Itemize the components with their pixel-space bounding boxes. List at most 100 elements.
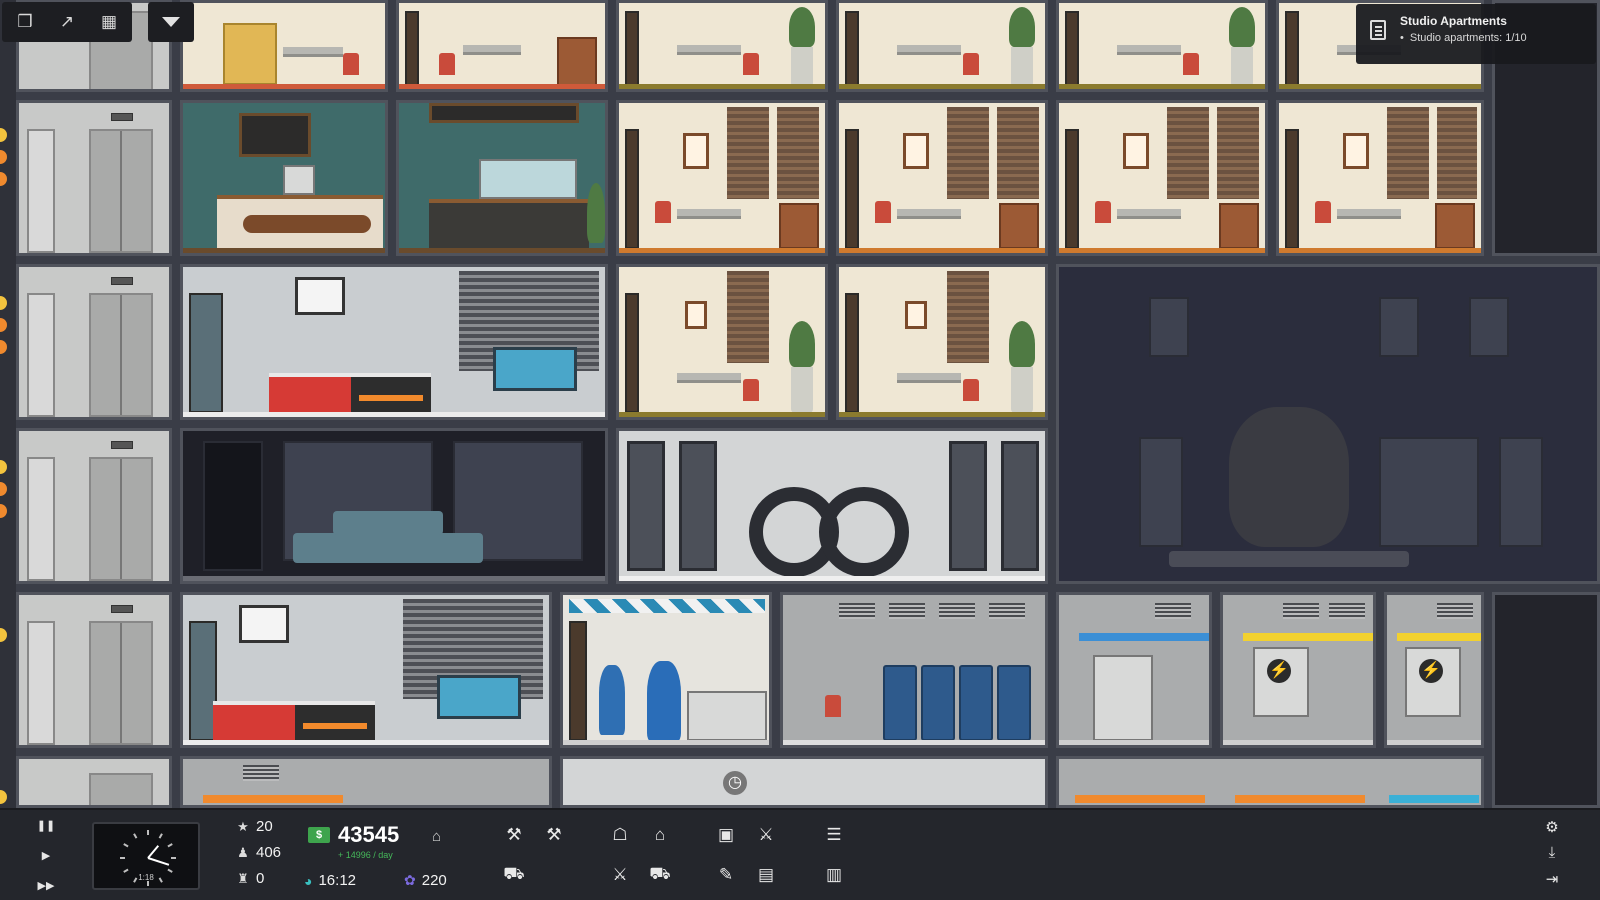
edge-marker [0, 504, 7, 518]
office-room[interactable] [616, 264, 828, 420]
office-room[interactable] [616, 100, 828, 256]
cabinet [557, 37, 597, 87]
view-dropdown-button[interactable] [148, 2, 194, 42]
elevator-room[interactable] [16, 428, 172, 584]
bakery[interactable] [396, 100, 608, 256]
karma-stat[interactable]: ✿ 220 [404, 872, 447, 889]
painting [685, 301, 707, 329]
plant [1009, 321, 1035, 367]
office-room[interactable] [836, 264, 1048, 420]
plant [789, 321, 815, 367]
electric-utility-room[interactable]: ⚡ [1220, 592, 1376, 748]
left-edge [0, 0, 16, 808]
download-icon[interactable]: ⤓ [1540, 844, 1564, 866]
office-room[interactable] [1276, 100, 1484, 256]
office-icon[interactable]: ☖ [606, 822, 634, 848]
bakery-sign [429, 103, 579, 123]
settings-icon[interactable]: ⚙ [1540, 818, 1564, 840]
desk [283, 47, 343, 57]
bank-icon[interactable]: ⌂ [432, 828, 441, 845]
plaza-window [1149, 297, 1189, 357]
water-pipe [1079, 633, 1209, 641]
bulldozer-icon[interactable]: ⛟ [500, 862, 528, 888]
money-display[interactable]: $ 43545 [308, 822, 399, 848]
elevator-room[interactable] [16, 756, 172, 808]
brush-icon[interactable]: ✎ [712, 862, 740, 888]
phone-shop[interactable] [180, 264, 608, 420]
home-icon[interactable]: ⌂ [646, 822, 674, 848]
shop-counter [213, 701, 295, 743]
game-clock: 1:18 [92, 822, 200, 890]
edge-marker [0, 628, 7, 642]
money-value: 43545 [338, 822, 400, 847]
handshake-icon[interactable]: ⚔ [752, 822, 780, 848]
utility-room[interactable] [1056, 756, 1484, 808]
plaza-window [1139, 437, 1183, 547]
coffee-shop[interactable] [180, 100, 388, 256]
water-pump [1093, 655, 1153, 741]
fast-forward-button[interactable]: ▶▶ [38, 874, 55, 898]
floor [1223, 740, 1373, 745]
pot [791, 47, 813, 87]
hammer-icon[interactable]: ⚒ [540, 822, 568, 848]
door [845, 129, 859, 249]
fountain-plaza[interactable] [180, 428, 608, 584]
electric-utility-room[interactable]: ⚡ [1384, 592, 1484, 748]
time-stat[interactable]: ◕ 16:12 [304, 872, 356, 889]
bolt-stripe [303, 723, 367, 729]
recycle-bin [883, 665, 917, 741]
box-icon[interactable]: ▣ [712, 822, 740, 848]
sculpture-plaza[interactable] [1056, 264, 1600, 584]
edge-marker [0, 340, 7, 354]
notification-line: Studio apartments: 1/10 [1400, 32, 1584, 44]
stars-stat[interactable]: ★ 20 [236, 818, 273, 835]
menu-board [239, 113, 311, 157]
minute-hand [147, 857, 170, 866]
gallery-window [1001, 441, 1039, 571]
elevator-room[interactable] [16, 592, 172, 748]
recycling-room[interactable] [780, 592, 1048, 748]
storage-office[interactable] [180, 0, 388, 92]
recycle-bin [959, 665, 993, 741]
water-tank [437, 675, 521, 719]
gallery[interactable] [616, 428, 1048, 584]
gallery-icon[interactable]: ▤ [752, 862, 780, 888]
building-icon[interactable]: ▦ [90, 6, 128, 38]
water-utility-room[interactable] [1056, 592, 1212, 748]
office-room[interactable] [1056, 0, 1268, 92]
restaurant-icon[interactable]: ⚔ [606, 862, 634, 888]
painting [1343, 133, 1369, 169]
windows-icon[interactable]: ❒ [6, 6, 44, 38]
electricity-icon: ⚡ [1419, 659, 1443, 683]
janitor-room[interactable] [560, 592, 772, 748]
unemployed-stat[interactable]: ♜ 0 [236, 870, 264, 887]
chair [825, 695, 841, 717]
office-room[interactable] [396, 0, 608, 92]
document-icon[interactable]: ☰ [820, 822, 848, 848]
office-room[interactable] [836, 0, 1048, 92]
floor [619, 84, 825, 89]
edge-marker [0, 460, 7, 474]
play-button[interactable]: ▶ [42, 844, 50, 868]
shopping-cart-icon[interactable]: ⛟ [646, 862, 674, 888]
goal-notification[interactable]: Studio Apartments Studio apartments: 1/1… [1356, 4, 1596, 64]
side-door [27, 457, 55, 581]
stairs-icon[interactable]: ↗ [48, 6, 86, 38]
office-room[interactable] [1056, 100, 1268, 256]
elevator-room[interactable] [16, 100, 172, 256]
office-room[interactable] [616, 0, 828, 92]
office-room[interactable] [836, 100, 1048, 256]
utility-room[interactable] [180, 756, 552, 808]
clock-tick [158, 833, 163, 839]
pause-button[interactable]: ❚❚ [37, 814, 55, 838]
desk [897, 373, 961, 383]
plaza-window [1499, 437, 1543, 547]
exit-icon[interactable]: ⇥ [1540, 870, 1564, 892]
construction-icon[interactable]: ⚒ [500, 822, 528, 848]
room-partial[interactable]: ◷ [560, 756, 1048, 808]
stats-icon[interactable]: ▥ [820, 862, 848, 888]
phone-shop[interactable] [180, 592, 552, 748]
tower-view[interactable]: ⚡ ⚡ ◷ [0, 0, 1600, 808]
elevator-room[interactable] [16, 264, 172, 420]
population-stat[interactable]: ♟ 406 [236, 844, 281, 861]
